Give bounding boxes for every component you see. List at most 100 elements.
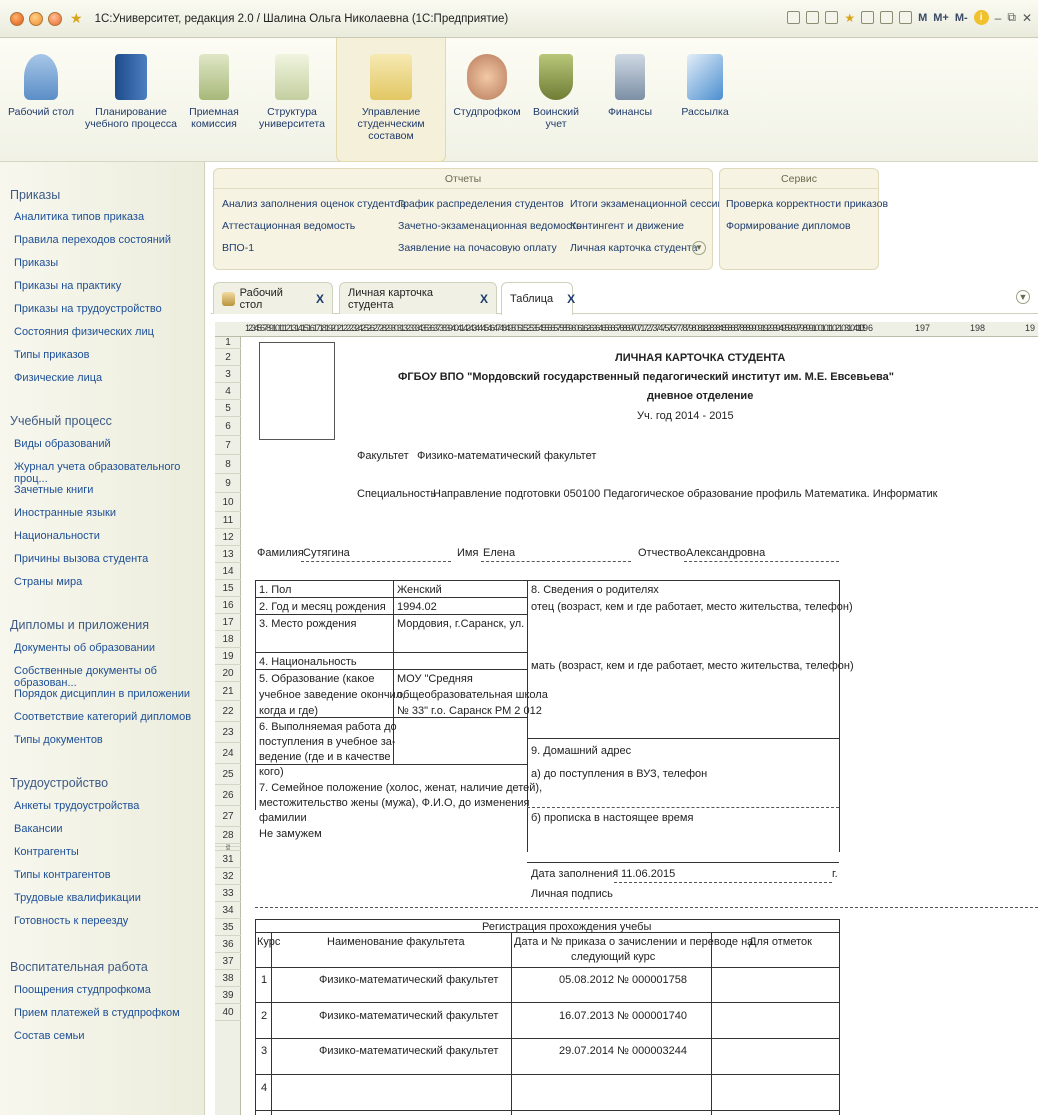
row-number[interactable]: 2 — [215, 349, 241, 366]
section-structure[interactable]: Структура университета — [252, 38, 332, 162]
nav-item[interactable]: Готовность к переезду — [14, 915, 128, 927]
row-number[interactable]: 18 — [215, 631, 241, 648]
nav-item[interactable]: Порядок дисциплин в приложении — [14, 688, 190, 700]
row-number[interactable]: 27 — [215, 806, 241, 827]
row-number[interactable]: 24 — [215, 743, 241, 764]
nav-item[interactable]: Вакансии — [14, 823, 63, 835]
nav-item[interactable]: Типы приказов — [14, 349, 89, 361]
app-logo-icon[interactable] — [10, 11, 24, 26]
nav-item[interactable]: Аналитика типов приказа — [14, 211, 144, 223]
nav-item[interactable]: Журнал учета образовательного проц... — [14, 461, 204, 485]
row-number[interactable]: 37 — [215, 953, 241, 970]
restore-button[interactable]: ⧉ — [1007, 10, 1016, 25]
report-link[interactable]: Заявление на почасовую оплату — [398, 242, 557, 254]
spreadsheet[interactable]: 1234567891011121314151617181920212223242… — [215, 322, 1038, 1115]
section-finance[interactable]: Финансы — [600, 38, 660, 162]
report-link[interactable]: График распределения студентов — [398, 198, 564, 210]
report-link[interactable]: ВПО-1 — [222, 242, 254, 254]
nav-item[interactable]: Типы контрагентов — [14, 869, 111, 881]
favorite-add-icon[interactable]: ★ — [844, 11, 855, 25]
row-number[interactable]: 34 — [215, 902, 241, 919]
nav-item[interactable]: Собственные документы об образован... — [14, 665, 204, 689]
nav-item[interactable]: Соответствие категорий дипломов — [14, 711, 191, 723]
row-number[interactable]: 15 — [215, 580, 241, 597]
calendar-icon[interactable] — [899, 11, 913, 24]
row-number[interactable]: 17 — [215, 614, 241, 631]
favorites-star-icon[interactable]: ★ — [70, 10, 83, 27]
group-employment[interactable]: Трудоустройство — [10, 776, 108, 790]
row-number[interactable]: 38 — [215, 970, 241, 987]
row-number[interactable]: 35 — [215, 919, 241, 936]
nav-item[interactable]: Правила переходов состояний — [14, 234, 171, 246]
nav-item[interactable]: Документы об образовании — [14, 642, 155, 654]
row-number[interactable]: 25 — [215, 764, 241, 785]
section-planning[interactable]: Планирование учебного процесса — [82, 38, 180, 162]
nav-item[interactable]: Анкеты трудоустройства — [14, 800, 139, 812]
nav-item[interactable]: Приказы на трудоустройство — [14, 303, 162, 315]
back-icon[interactable] — [29, 11, 43, 26]
group-study[interactable]: Учебный процесс — [10, 414, 112, 428]
report-link[interactable]: Итоги экзаменационной сессии — [570, 198, 723, 210]
row-number[interactable]: 5 — [215, 400, 241, 417]
row-number[interactable]: 31 — [215, 851, 241, 868]
row-number[interactable]: 6 — [215, 417, 241, 436]
nav-item[interactable]: Контрагенты — [14, 846, 79, 858]
close-tab-icon[interactable]: X — [480, 292, 488, 306]
tabs-scroll-icon[interactable]: ▼ — [1016, 290, 1030, 304]
history-icon[interactable] — [861, 11, 875, 24]
row-number[interactable]: 4 — [215, 383, 241, 400]
nav-item[interactable]: Прием платежей в студпрофком — [14, 1007, 180, 1019]
minimize-button[interactable]: ‒ — [995, 11, 1002, 25]
preview-icon[interactable] — [825, 11, 839, 24]
nav-item[interactable]: Виды образований — [14, 438, 111, 450]
section-admission[interactable]: Приемная комиссия — [186, 38, 242, 162]
row-number[interactable]: 32 — [215, 868, 241, 885]
section-student-management[interactable]: Управление студенческим составом — [336, 38, 446, 162]
report-link[interactable]: Личная карточка студента — [570, 242, 697, 254]
section-mailing[interactable]: Рассылка — [670, 38, 740, 162]
row-number[interactable]: 39 — [215, 987, 241, 1004]
row-number[interactable]: 26 — [215, 785, 241, 806]
row-number[interactable]: 19 — [215, 648, 241, 665]
row-number[interactable]: 3 — [215, 366, 241, 383]
row-number[interactable]: 10 — [215, 493, 241, 512]
row-number[interactable]: 36 — [215, 936, 241, 953]
info-icon[interactable]: i — [973, 10, 989, 25]
tab-table[interactable]: Таблица X — [501, 282, 575, 315]
row-number[interactable]: 9 — [215, 474, 241, 493]
memory-m-button[interactable]: M — [918, 12, 927, 24]
row-number[interactable]: 28 — [215, 827, 241, 844]
row-number[interactable]: 22 — [215, 701, 241, 722]
row-number[interactable]: 16 — [215, 597, 241, 614]
row-number[interactable]: 14 — [215, 563, 241, 580]
nav-item[interactable]: Состояния физических лиц — [14, 326, 154, 338]
row-number[interactable]: 1 — [215, 337, 241, 349]
nav-item[interactable]: Зачетные книги — [14, 484, 93, 496]
nav-item[interactable]: Приказы — [14, 257, 58, 269]
row-number[interactable]: 33 — [215, 885, 241, 902]
close-window-button[interactable]: ✕ — [1022, 11, 1032, 25]
close-tab-icon[interactable]: X — [316, 292, 324, 306]
report-link[interactable]: Зачетно-экзаменационная ведомость — [398, 220, 582, 232]
service-link[interactable]: Формирование дипломов — [726, 220, 851, 232]
nav-item[interactable]: Состав семьи — [14, 1030, 85, 1042]
row-number[interactable]: 21 — [215, 682, 241, 701]
print-icon[interactable] — [806, 11, 820, 24]
service-link[interactable]: Проверка корректности приказов — [726, 198, 888, 210]
row-number[interactable]: 8 — [215, 455, 241, 474]
nav-item[interactable]: Иностранные языки — [14, 507, 116, 519]
nav-item[interactable]: Поощрения студпрофкома — [14, 984, 151, 996]
report-link[interactable]: Контингент и движение — [570, 220, 684, 232]
close-tab-icon[interactable]: X — [567, 292, 575, 306]
nav-item[interactable]: Национальности — [14, 530, 100, 542]
calculator-small-icon[interactable] — [880, 11, 894, 24]
group-upbringing[interactable]: Воспитательная работа — [10, 960, 148, 974]
row-number[interactable]: 40 — [215, 1004, 241, 1021]
row-number[interactable]: 12 — [215, 529, 241, 546]
memory-mminus-button[interactable]: M- — [955, 12, 968, 24]
menu-icon[interactable] — [48, 11, 62, 26]
nav-item[interactable]: Трудовые квалификации — [14, 892, 141, 904]
nav-item[interactable]: Физические лица — [14, 372, 102, 384]
row-number[interactable]: 20 — [215, 665, 241, 682]
row-number[interactable]: 23 — [215, 722, 241, 743]
